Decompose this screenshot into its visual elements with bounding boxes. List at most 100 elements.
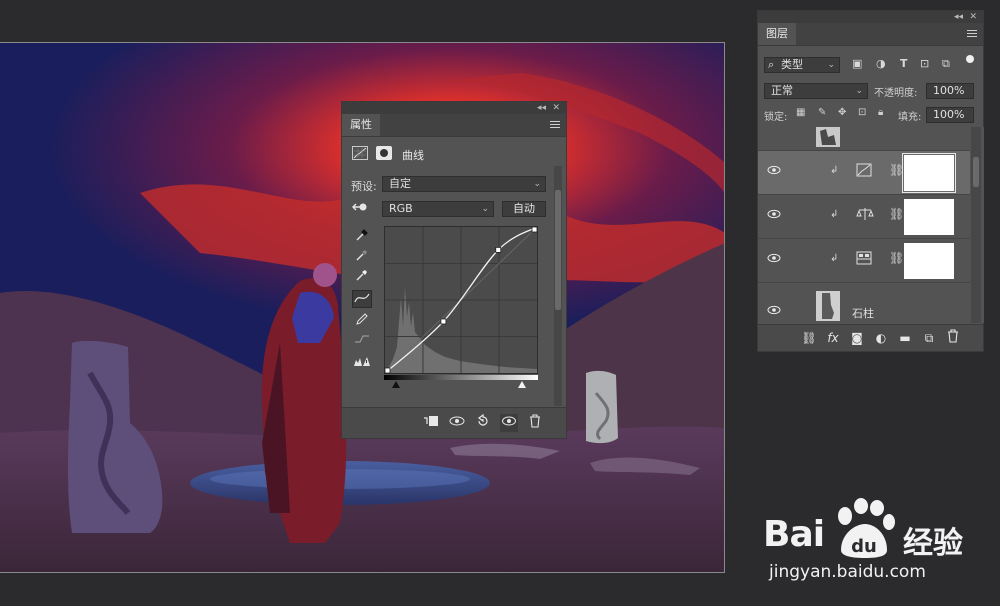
curve-tool-icon[interactable] — [352, 290, 372, 308]
fx-icon[interactable]: fx — [824, 329, 842, 347]
lock-transparency-icon[interactable]: ▦ — [796, 107, 805, 118]
layers-panel[interactable]: ◂◂ ✕ 图层 ⌕ 类型 ⌄ ▣ ◑ T ⊡ ⧉ 正常 ⌄ 不透明度: 100%… — [757, 10, 984, 352]
scrollbar-thumb[interactable] — [555, 190, 561, 310]
clip-to-layer-icon[interactable] — [422, 414, 440, 432]
panel-menu-icon[interactable] — [967, 28, 977, 39]
white-point-slider[interactable] — [518, 381, 526, 388]
pencil-icon[interactable] — [352, 312, 372, 330]
eye-icon[interactable] — [766, 165, 782, 179]
close-icon[interactable]: ✕ — [969, 11, 977, 23]
layer-mask-thumbnail[interactable] — [902, 153, 956, 193]
collapse-icon[interactable]: ◂◂ — [954, 11, 963, 23]
collapse-icon[interactable]: ◂◂ — [537, 102, 546, 114]
layers-scrollbar[interactable] — [971, 127, 981, 323]
black-point-slider[interactable] — [392, 381, 400, 388]
layer-mask-thumbnail[interactable] — [904, 243, 954, 279]
shape-filter-icon[interactable]: ⊡ — [920, 57, 929, 70]
blend-mode-dropdown[interactable]: 正常 ⌄ — [764, 83, 868, 99]
add-mask-icon[interactable]: ◙ — [848, 329, 866, 347]
watermark-logo-text: Bai — [763, 514, 825, 555]
panel-tab-row: 图层 — [758, 23, 983, 46]
tab-properties[interactable]: 属性 — [342, 114, 380, 136]
smart-object-filter-icon[interactable]: ⧉ — [942, 57, 950, 71]
properties-panel[interactable]: ◂◂ ✕ 属性 曲线 预设: 自定 ⌄ RGB ⌄ 自动 — [341, 101, 567, 439]
link-icon[interactable]: ⛓︎ — [800, 329, 818, 347]
eyedropper-icon[interactable] — [352, 248, 372, 266]
adjustment-header: 曲线 — [350, 144, 560, 164]
baidu-watermark: Bai du 经验 jingyan.baidu.com — [763, 496, 993, 586]
right-stone — [586, 370, 618, 444]
chevron-down-icon: ⌄ — [827, 60, 835, 70]
tab-layers[interactable]: 图层 — [758, 23, 796, 45]
curves-adjustment-icon[interactable] — [352, 146, 368, 160]
layer-row-levels[interactable]: ↲ ⛓︎ — [758, 239, 970, 283]
new-adjustment-icon[interactable]: ◐ — [872, 329, 890, 347]
curve-control-point[interactable] — [531, 226, 538, 233]
opacity-label: 不透明度: — [874, 88, 918, 99]
layer-thumbnail — [816, 127, 840, 147]
layer-mask-thumbnail[interactable] — [904, 199, 954, 235]
layer-row-curves[interactable]: ↲ ⛓︎ — [758, 151, 970, 195]
link-icon[interactable]: ⛓︎ — [889, 251, 904, 265]
eye-icon[interactable] — [766, 209, 782, 223]
adjustment-filter-icon[interactable]: ◑ — [876, 57, 886, 70]
link-icon[interactable]: ⛓︎ — [889, 207, 904, 221]
preset-label: 预设: — [351, 180, 377, 193]
smooth-icon[interactable] — [352, 332, 372, 350]
curve-control-point[interactable] — [440, 318, 447, 325]
eye-icon[interactable] — [766, 305, 782, 319]
type-filter-icon[interactable]: T — [900, 57, 908, 70]
lock-brush-icon[interactable]: ✎ — [818, 107, 826, 118]
filter-toggle-icon[interactable] — [966, 55, 974, 63]
folder-icon[interactable]: ▬ — [896, 329, 914, 347]
trash-icon[interactable] — [944, 329, 962, 347]
properties-bottom-bar — [342, 407, 566, 438]
eyedropper-icon[interactable] — [352, 268, 372, 286]
close-icon[interactable]: ✕ — [552, 102, 560, 114]
eyedropper-icon[interactable] — [352, 228, 372, 246]
hand-target-icon[interactable] — [350, 200, 370, 218]
new-layer-icon[interactable]: ⧉ — [920, 329, 938, 347]
pixel-filter-icon[interactable]: ▣ — [852, 57, 862, 70]
channel-dropdown[interactable]: RGB ⌄ — [382, 201, 494, 217]
layer-row[interactable] — [758, 127, 970, 151]
curve-control-point[interactable] — [495, 247, 502, 253]
paw-logo-icon: du — [838, 498, 895, 558]
panel-tab-row: 属性 — [342, 114, 566, 137]
fill-field[interactable]: 100% — [926, 107, 974, 123]
input-gradient — [384, 375, 538, 380]
layer-row-stone[interactable]: 石柱 — [758, 283, 970, 323]
opacity-field[interactable]: 100% — [926, 83, 974, 99]
curve-control-point[interactable] — [384, 367, 391, 374]
lock-artboard-icon[interactable]: ⊡ — [858, 107, 866, 118]
curves-graph-svg[interactable] — [384, 226, 538, 374]
preset-value: 自定 — [389, 177, 411, 190]
lock-position-icon[interactable]: ✥ — [838, 107, 846, 118]
auto-button[interactable]: 自动 — [502, 201, 546, 217]
clipping-warning-icon[interactable] — [352, 354, 372, 372]
view-previous-icon[interactable] — [448, 414, 466, 432]
lock-label: 锁定: — [764, 112, 788, 123]
reset-icon[interactable] — [474, 413, 492, 432]
panel-titlebar[interactable]: ◂◂ ✕ — [342, 102, 566, 114]
trash-icon[interactable] — [526, 414, 544, 432]
visibility-icon[interactable] — [500, 414, 518, 432]
fill-label: 填充: — [898, 112, 922, 123]
eye-icon[interactable] — [766, 253, 782, 267]
curves-graph[interactable] — [384, 226, 538, 374]
layer-list[interactable]: ↲ ⛓︎ ↲ ⛓︎ ↲ ⛓︎ 石柱 — [758, 127, 984, 323]
layer-row-color-balance[interactable]: ↲ ⛓︎ — [758, 195, 970, 239]
panel-titlebar[interactable]: ◂◂ ✕ — [758, 11, 983, 23]
link-icon[interactable]: ⛓︎ — [889, 163, 904, 177]
scrollbar-thumb[interactable] — [973, 157, 979, 187]
watermark-url: jingyan.baidu.com — [769, 562, 926, 582]
mask-icon[interactable] — [376, 146, 392, 160]
properties-scrollbar[interactable] — [554, 166, 562, 406]
lock-all-icon[interactable]: 🔒︎ — [878, 107, 883, 118]
layer-name[interactable]: 石柱 — [852, 305, 874, 321]
panel-menu-icon[interactable] — [550, 119, 560, 130]
clip-arrow-icon: ↲ — [830, 209, 839, 220]
filter-kind-dropdown[interactable]: ⌕ 类型 ⌄ — [764, 57, 840, 73]
preset-dropdown[interactable]: 自定 ⌄ — [382, 176, 546, 192]
channel-value: RGB — [389, 202, 413, 215]
